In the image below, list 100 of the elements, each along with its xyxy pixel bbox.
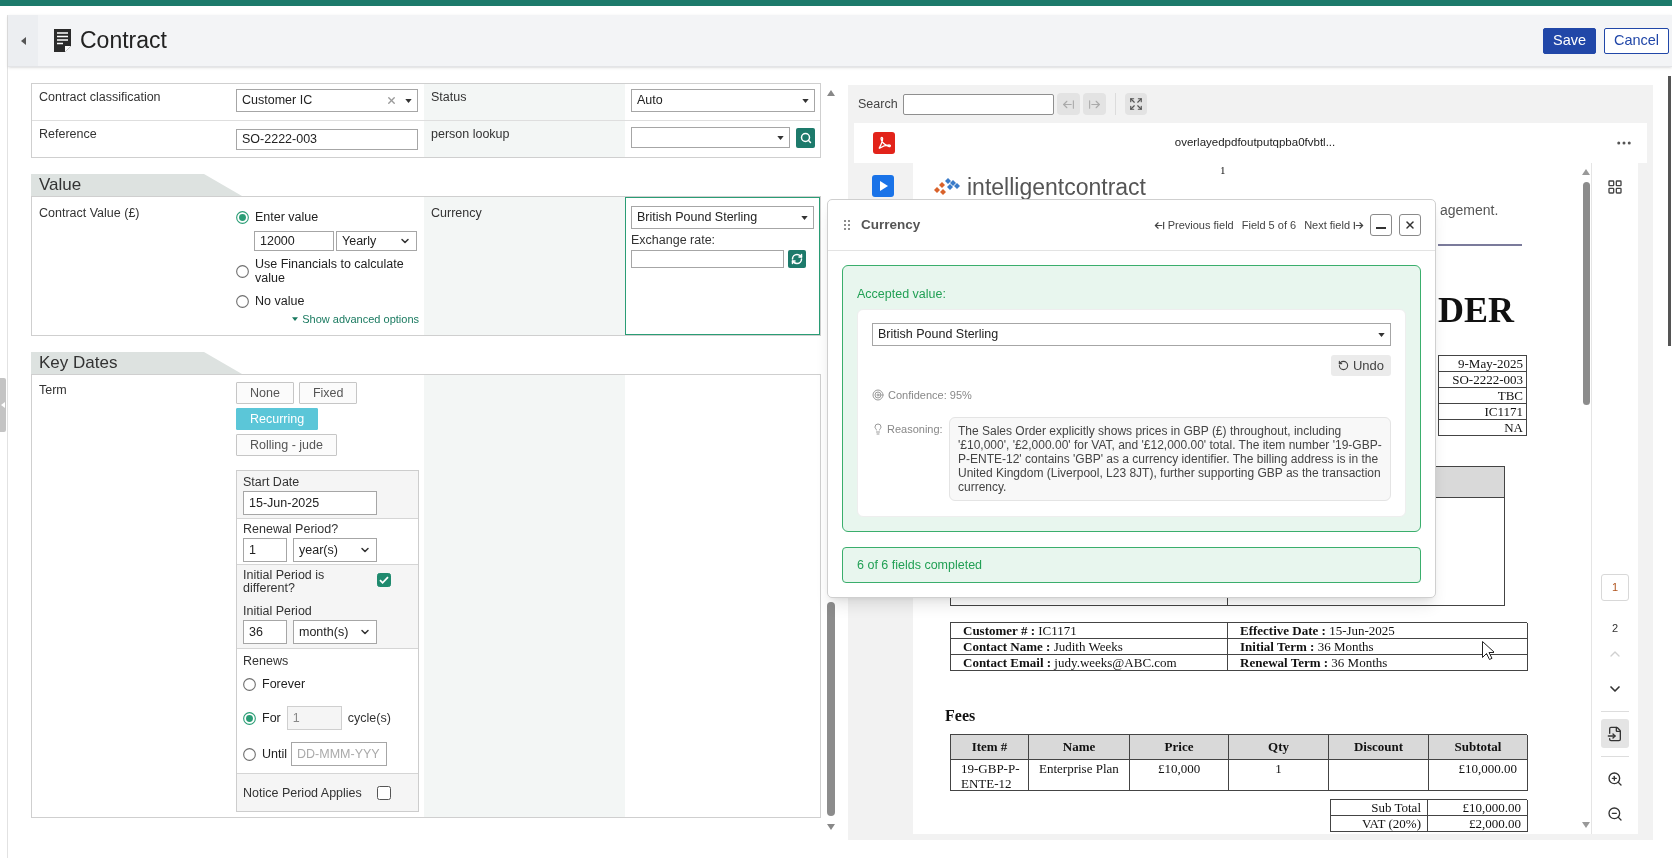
accepted-value-label: Accepted value: — [857, 287, 946, 301]
table-cell: 19-GBP-P-ENTE-12 — [951, 760, 1029, 791]
undo-icon — [1337, 360, 1349, 371]
refresh-button[interactable] — [788, 250, 806, 268]
dropdown[interactable]: month(s) — [293, 620, 377, 644]
text-input[interactable]: 1 — [243, 538, 287, 562]
text-input[interactable]: SO-2222-003 — [236, 128, 418, 150]
text-input[interactable]: DD-MMM-YYY — [291, 742, 387, 766]
table-header-cell: Name — [1029, 735, 1130, 760]
scroll-down-arrow-icon[interactable] — [827, 824, 835, 830]
show-advanced-options-link[interactable]: Show advanced options — [292, 311, 419, 328]
dropdown[interactable] — [631, 127, 790, 148]
text-input[interactable]: 15-Jun-2025 — [243, 491, 377, 515]
undo-button[interactable]: Undo — [1330, 355, 1391, 376]
scroll-down-arrow-icon[interactable] — [1582, 822, 1590, 828]
text-input[interactable] — [631, 250, 784, 268]
search-icon — [799, 131, 812, 144]
arrow-right-bar-icon — [1087, 97, 1101, 111]
table-cell: £2,000.00 — [1428, 816, 1528, 832]
arrow-right-bar-icon — [1353, 219, 1364, 231]
scroll-up-arrow-icon[interactable] — [827, 90, 835, 96]
previous-field-button[interactable]: Previous field — [1153, 216, 1234, 234]
dropdown-caret-icon — [801, 215, 808, 220]
page-button[interactable]: 2 — [1601, 615, 1629, 642]
radio-button[interactable] — [236, 210, 249, 224]
dropdown[interactable]: year(s) — [293, 538, 377, 562]
expand-button[interactable] — [1124, 93, 1147, 115]
search-label: Search — [858, 95, 898, 113]
side-panel-handle[interactable] — [0, 378, 6, 432]
table-cell: SO-2222-003 — [1439, 372, 1527, 388]
dropdown-caret-icon — [1378, 332, 1385, 337]
dropdown[interactable]: British Pound Sterling — [631, 206, 814, 229]
checkbox[interactable] — [377, 573, 391, 587]
header-action-button[interactable]: Save — [1543, 27, 1596, 54]
radio-button[interactable] — [243, 747, 256, 761]
grid-icon[interactable] — [1607, 179, 1623, 195]
table-header-cell: Subtotal — [1429, 735, 1528, 760]
text-input[interactable]: 36 — [243, 620, 287, 644]
caret-down-icon — [292, 317, 299, 322]
table-cell: £10,000.00 — [1428, 800, 1528, 816]
dropdown[interactable]: Auto — [631, 89, 815, 112]
radio-button[interactable] — [236, 294, 249, 308]
scrollbar-thumb[interactable] — [827, 602, 835, 816]
heading-text: DER — [1438, 290, 1514, 330]
search-button[interactable] — [796, 127, 815, 148]
field-label: Initial Period is different? — [243, 569, 326, 595]
scrollbar-thumb[interactable] — [1668, 76, 1671, 346]
drag-handle-icon[interactable] — [844, 220, 850, 230]
field-label: Term — [39, 383, 67, 397]
page-number: 1 — [1220, 164, 1226, 176]
table-cell: Sub Total — [1331, 800, 1428, 816]
arrow-tile-icon[interactable] — [872, 175, 894, 197]
header-action-button[interactable]: Cancel — [1604, 27, 1669, 54]
radio-label: Use Financials to calculate value — [255, 257, 405, 285]
dropdown[interactable]: Customer IC — [236, 89, 418, 112]
next-match-button[interactable] — [1082, 93, 1106, 115]
field-label: Renews — [243, 653, 290, 669]
field-label: Renewal Period? — [243, 521, 340, 537]
previous-match-button[interactable] — [1056, 93, 1080, 115]
target-icon — [872, 389, 884, 401]
term-option-button[interactable]: Fixed — [298, 382, 358, 404]
confidence-text: Confidence: 95% — [888, 387, 972, 403]
clear-icon[interactable] — [386, 95, 397, 106]
arrow-left-bar-icon — [1061, 97, 1075, 111]
document-icon — [54, 29, 71, 52]
dropdown-caret-icon — [777, 135, 784, 140]
table-cell: Contact Email : judy.weeks@ABC.com — [951, 655, 1228, 671]
table-cell: VAT (20%) — [1331, 816, 1428, 832]
term-option-button[interactable]: None — [236, 382, 294, 404]
table-cell: £10,000.00 — [1429, 760, 1528, 791]
pdf-file-icon — [873, 132, 895, 154]
field-label: Contract Value (£) — [39, 206, 140, 220]
minimize-button[interactable] — [1370, 214, 1392, 236]
field-label: Initial Period — [243, 603, 313, 619]
section-heading: Fees — [945, 707, 976, 724]
next-field-button[interactable]: Next field — [1304, 216, 1364, 234]
popup-title: Currency — [861, 215, 921, 234]
table-cell: Renewal Term : 36 Months — [1228, 655, 1528, 671]
zoom-in-icon[interactable] — [1607, 771, 1623, 787]
term-option-button[interactable]: Rolling - jude — [236, 434, 337, 456]
scrollbar-thumb[interactable] — [1582, 182, 1590, 405]
field-label: Status — [431, 90, 467, 104]
text-input[interactable]: 12000 — [254, 231, 334, 251]
table-cell: Customer # : IC1171 — [951, 623, 1228, 639]
radio-button[interactable] — [236, 264, 249, 278]
close-button[interactable] — [1399, 214, 1421, 236]
dropdown[interactable]: British Pound Sterling — [872, 323, 1391, 346]
checkbox[interactable] — [377, 785, 391, 800]
table-cell: NA — [1439, 420, 1527, 436]
caret-left-icon — [20, 36, 26, 45]
radio-button[interactable] — [243, 677, 256, 691]
search-input[interactable] — [902, 93, 1054, 115]
section-header: Key Dates — [31, 352, 242, 374]
scroll-up-arrow-icon[interactable] — [1582, 169, 1590, 175]
arrow-left-bar-icon — [1153, 219, 1165, 231]
page-button[interactable]: 1 — [1601, 574, 1629, 601]
fit-page-button[interactable] — [1601, 719, 1629, 748]
dropdown[interactable]: Yearly — [336, 231, 417, 251]
zoom-out-icon[interactable] — [1607, 806, 1623, 822]
minimize-icon — [1376, 227, 1386, 229]
